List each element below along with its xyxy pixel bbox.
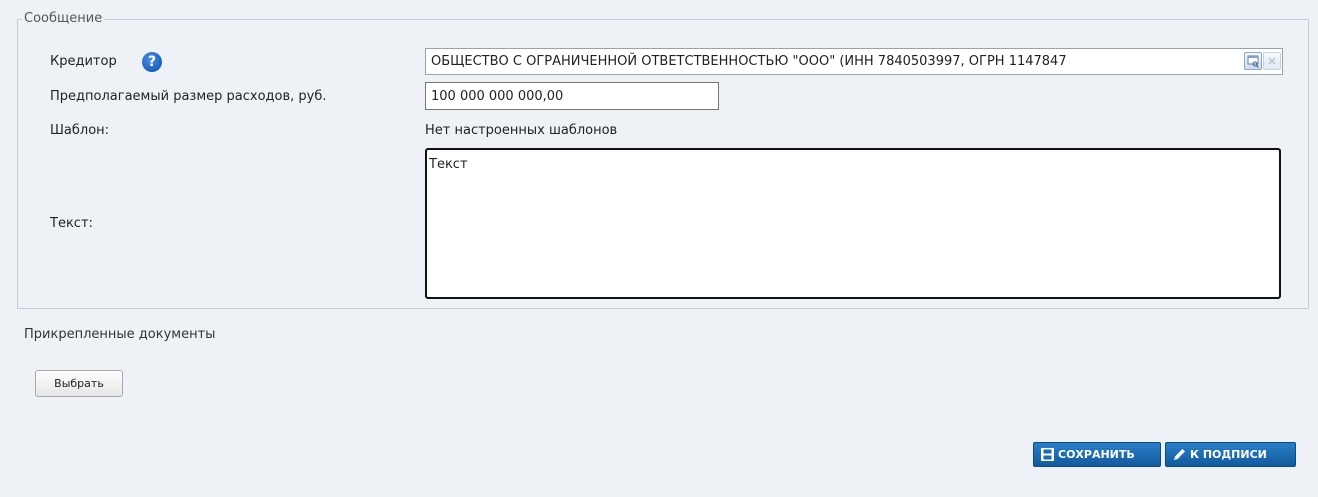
text-area-value: Текст — [429, 157, 468, 172]
template-value: Нет настроенных шаблонов — [425, 123, 618, 138]
text-area[interactable]: Текст — [425, 148, 1281, 299]
clear-button[interactable] — [1263, 52, 1281, 70]
creditor-value: ОБЩЕСТВО С ОГРАНИЧЕННОЙ ОТВЕТСТВЕННОСТЬЮ… — [431, 54, 1067, 69]
sign-label: К ПОДПИСИ — [1190, 448, 1267, 461]
save-button[interactable]: СОХРАНИТЬ — [1033, 442, 1161, 467]
creditor-label: Кредитор — [50, 54, 117, 69]
pen-icon — [1174, 449, 1185, 460]
template-label: Шаблон: — [50, 123, 110, 138]
text-label: Текст: — [50, 216, 93, 231]
help-icon[interactable]: ? — [142, 52, 162, 72]
lookup-icon — [1247, 55, 1259, 68]
send-to-sign-button[interactable]: К ПОДПИСИ — [1165, 442, 1296, 467]
creditor-field[interactable]: ОБЩЕСТВО С ОГРАНИЧЕННОЙ ОТВЕТСТВЕННОСТЬЮ… — [425, 48, 1283, 75]
choose-file-button[interactable]: Выбрать — [35, 370, 123, 397]
expenses-input[interactable] — [425, 82, 719, 110]
floppy-disk-icon — [1041, 448, 1054, 461]
lookup-button[interactable] — [1244, 52, 1262, 70]
save-label: СОХРАНИТЬ — [1058, 448, 1135, 461]
clear-icon — [1268, 57, 1276, 65]
expenses-label: Предполагаемый размер расходов, руб. — [50, 89, 327, 104]
fieldset-legend: Сообщение — [22, 11, 105, 27]
attached-documents-label: Прикрепленные документы — [24, 327, 216, 342]
